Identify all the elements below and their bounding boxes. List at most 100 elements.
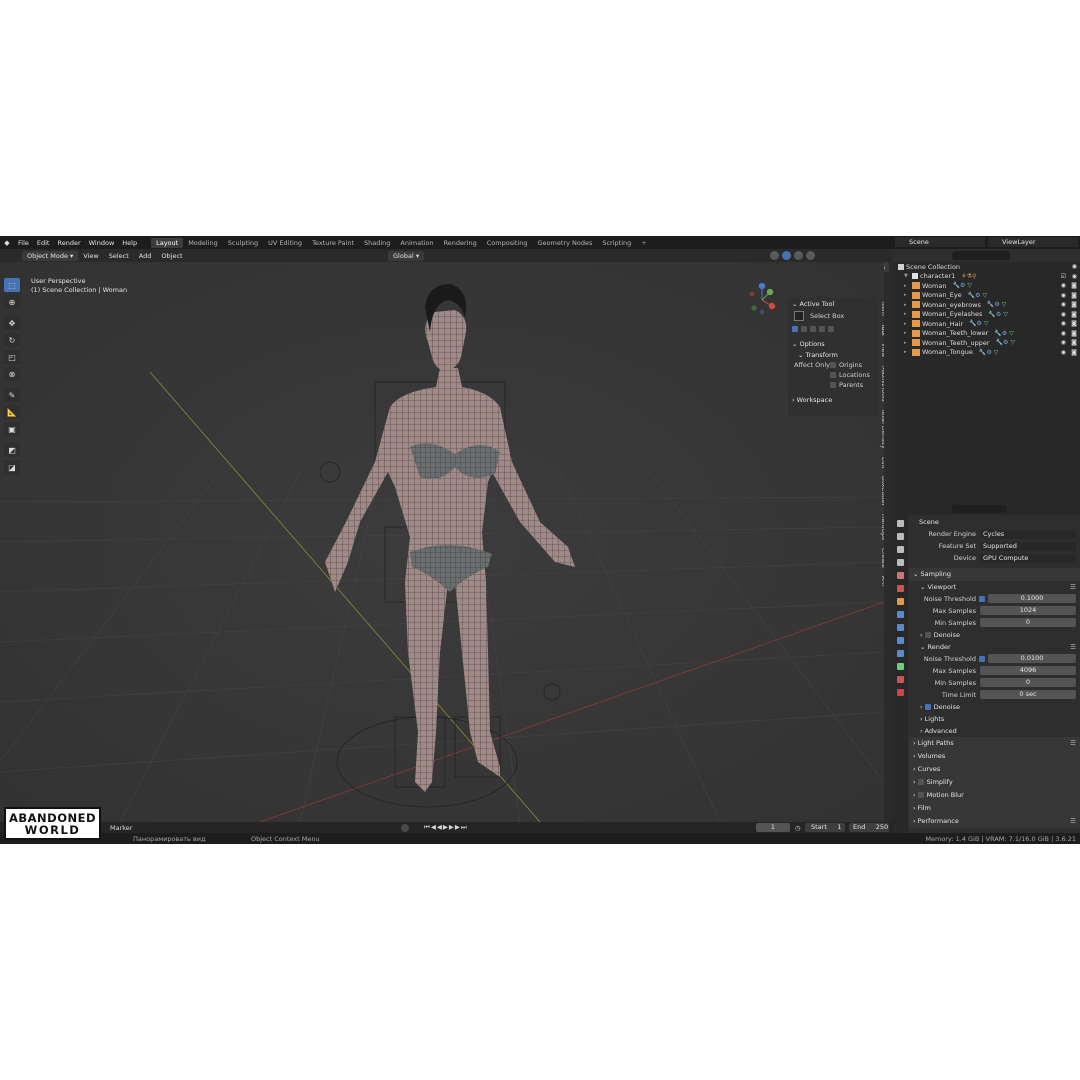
section-film[interactable]: › Film	[909, 802, 1080, 815]
select-box-tool-icon[interactable]: ⬚	[4, 278, 20, 292]
tab-shading[interactable]: Shading	[359, 238, 395, 248]
expand-icon[interactable]: ▸	[904, 349, 912, 355]
texture-tab-icon[interactable]	[896, 689, 904, 696]
render-noise-field[interactable]: 0.0100	[988, 654, 1076, 663]
section-checkbox[interactable]	[917, 792, 924, 799]
mode-subtract-icon[interactable]	[810, 326, 816, 332]
origins-checkbox[interactable]	[830, 362, 836, 368]
tab-animation[interactable]: Animation	[395, 238, 438, 248]
locations-checkbox[interactable]	[830, 372, 836, 378]
section-motion-blur[interactable]: › Motion Blur	[909, 789, 1080, 802]
rotate-tool-icon[interactable]: ↻	[4, 333, 20, 347]
constraints-tab-icon[interactable]	[896, 650, 904, 657]
sidebar-tab-texel-density[interactable]: Texel Density	[880, 409, 884, 449]
render-camera-icon[interactable]: ◙	[1071, 320, 1077, 327]
mode-extend-icon[interactable]	[801, 326, 807, 332]
object-tab-icon[interactable]	[896, 598, 904, 605]
3d-viewport[interactable]: User Perspective (1) Scene Collection | …	[0, 262, 884, 822]
sidebar-tab-create[interactable]: Create	[880, 548, 884, 568]
object-mode-dropdown[interactable]: Object Mode ▾	[22, 250, 79, 261]
parents-row[interactable]: Parents	[788, 380, 878, 390]
record-icon[interactable]	[401, 824, 409, 832]
visibility-eye-icon[interactable]: ◉	[1061, 320, 1066, 327]
tab-sculpting[interactable]: Sculpting	[223, 238, 263, 248]
visibility-eye-icon[interactable]: ◉	[1061, 282, 1066, 289]
transform-orientation-dropdown[interactable]: Global ▾	[388, 251, 425, 261]
collection-row-character1[interactable]: ▼ character1 ⚘⚗⚲ ☑ ◉	[892, 272, 1080, 282]
presets-list-icon[interactable]: ☰	[1070, 583, 1076, 591]
locations-row[interactable]: Locations	[788, 370, 878, 380]
sidebar-tab-boxcutter[interactable]: BoxCutter	[880, 476, 884, 506]
render-max-samples-field[interactable]: 4096	[980, 666, 1076, 675]
data-tab-icon[interactable]	[896, 663, 904, 670]
expand-icon[interactable]: ▸	[904, 340, 912, 346]
render-camera-icon[interactable]: ◙	[1071, 349, 1077, 356]
section-volumes[interactable]: › Volumes	[909, 750, 1080, 763]
tab-layout[interactable]: Layout	[151, 237, 184, 248]
feature-set-dropdown[interactable]: Supported	[980, 541, 1076, 551]
sidebar-tab-view[interactable]: View	[880, 343, 884, 357]
section-checkbox[interactable]	[917, 779, 924, 786]
sidebar-tab-item[interactable]: Item	[880, 302, 884, 316]
render-camera-icon[interactable]: ◙	[1071, 301, 1077, 308]
tab-compositing[interactable]: Compositing	[482, 238, 533, 248]
scene-collection-row[interactable]: Scene Collection ◉	[892, 262, 1080, 272]
viewport-denoise-checkbox[interactable]	[924, 631, 931, 638]
visibility-eye-icon[interactable]: ◉	[1061, 301, 1066, 308]
output-tab-icon[interactable]	[896, 546, 904, 553]
outliner-search-input[interactable]	[952, 251, 1010, 260]
sidebar-tab-maxivztools[interactable]: MaxivzTools	[880, 366, 884, 402]
advanced-subsection[interactable]: › Advanced	[909, 725, 1080, 737]
playback-controls[interactable]: ⏮◀◀▶▶▶⏭	[424, 823, 468, 832]
y-axis-icon[interactable]	[766, 288, 774, 296]
render-camera-icon[interactable]: ◙	[1071, 311, 1077, 318]
tab-texture-paint[interactable]: Texture Paint	[307, 238, 359, 248]
modifier-tab-icon[interactable]	[896, 611, 904, 618]
physics-tab-icon[interactable]	[896, 637, 904, 644]
tab-geometry-nodes[interactable]: Geometry Nodes	[533, 238, 598, 248]
workspace-header[interactable]: › Workspace	[788, 394, 878, 405]
viewport-noise-checkbox[interactable]	[979, 595, 985, 602]
viewport-denoise-row[interactable]: › Denoise	[909, 629, 1080, 641]
marker-menu[interactable]: Marker	[110, 824, 132, 832]
material-shading-icon[interactable]	[794, 251, 803, 260]
rendered-shading-icon[interactable]	[806, 251, 815, 260]
tab-scripting[interactable]: Scripting	[597, 238, 636, 248]
object-menu[interactable]: Object	[156, 252, 187, 260]
device-dropdown[interactable]: GPU Compute	[980, 553, 1076, 563]
expand-icon[interactable]: ▸	[904, 321, 912, 327]
menu-window[interactable]: Window	[85, 239, 119, 247]
presets-list-icon[interactable]: ☰	[1070, 817, 1076, 825]
render-engine-dropdown[interactable]: Cycles	[980, 529, 1076, 539]
scale-tool-icon[interactable]: ◰	[4, 350, 20, 364]
properties-search-input[interactable]	[952, 505, 1007, 513]
mode-intersect-icon[interactable]	[828, 326, 834, 332]
add-cube-tool-icon[interactable]: ▣	[4, 422, 20, 436]
extra-tool-2-icon[interactable]: ◪	[4, 460, 20, 474]
material-tab-icon[interactable]	[896, 676, 904, 683]
select-menu[interactable]: Select	[104, 252, 134, 260]
outliner-object-row[interactable]: ▸ Woman_Eye 🔧⚙ ▽ ◉ ◙	[892, 291, 1080, 301]
view-layer-tab-icon[interactable]	[896, 559, 904, 566]
menu-help[interactable]: Help	[118, 239, 141, 247]
x-axis-icon[interactable]	[768, 302, 776, 310]
tab-uv-editing[interactable]: UV Editing	[263, 238, 307, 248]
add-workspace-button[interactable]: +	[636, 238, 651, 248]
add-menu[interactable]: Add	[134, 252, 157, 260]
expand-icon[interactable]: ▸	[904, 292, 912, 298]
viewport-subsection[interactable]: ⌄ Viewport ☰	[909, 581, 1080, 593]
section-light-paths[interactable]: › Light Paths ☰	[909, 737, 1080, 750]
start-frame-field[interactable]: Start 1	[805, 823, 845, 832]
tab-rendering[interactable]: Rendering	[439, 238, 482, 248]
viewport-max-samples-field[interactable]: 1024	[980, 606, 1076, 615]
extra-tool-icon[interactable]: ◩	[4, 443, 20, 457]
transform-tool-icon[interactable]: ⊗	[4, 367, 20, 381]
view-menu[interactable]: View	[78, 252, 103, 260]
z-axis-icon[interactable]	[758, 282, 766, 290]
solid-shading-icon[interactable]	[782, 251, 791, 260]
time-limit-field[interactable]: 0 sec	[980, 690, 1076, 699]
visibility-eye-icon[interactable]: ◉	[1061, 339, 1066, 346]
select-box-row[interactable]: Select Box	[788, 309, 878, 323]
expand-icon[interactable]: ▸	[904, 283, 912, 289]
active-tool-header[interactable]: ⌄ Active Tool	[788, 298, 878, 309]
